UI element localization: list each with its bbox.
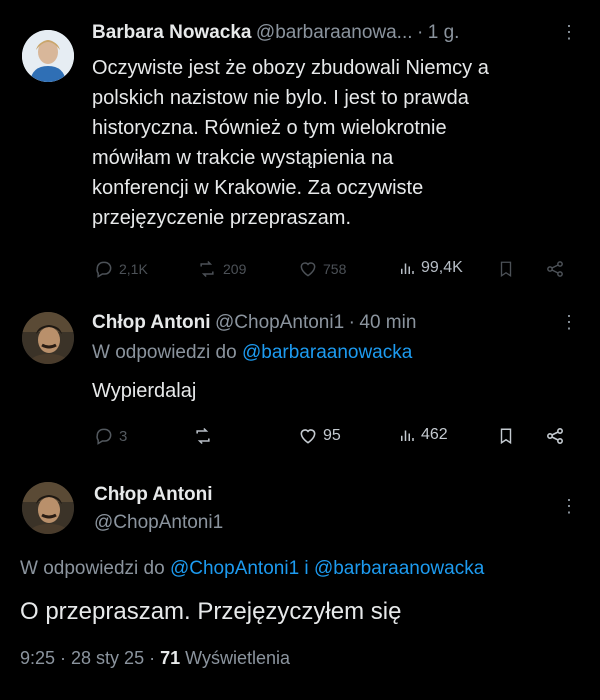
views-button[interactable]: 462: [398, 426, 448, 444]
repost-count: 209: [223, 261, 247, 277]
reply-icon: [96, 261, 112, 278]
post-time[interactable]: 40 min: [359, 312, 416, 333]
repost-icon: [196, 427, 210, 445]
reply-button[interactable]: 3: [94, 426, 127, 446]
author-name[interactable]: Barbara Nowacka: [92, 22, 251, 43]
like-count: 758: [323, 261, 347, 277]
like-count: 95: [323, 427, 341, 444]
reply-count: 3: [119, 427, 128, 445]
avatar[interactable]: [22, 312, 74, 364]
heart-icon: [300, 262, 316, 277]
share-icon: [547, 261, 563, 277]
avatar[interactable]: [22, 30, 74, 82]
reply-to-label: W odpowiedzi do: [20, 558, 165, 579]
repost-button[interactable]: 209: [196, 259, 246, 279]
more-options-icon[interactable]: ⋮: [560, 22, 578, 43]
views-chart-icon: [401, 430, 414, 441]
tweet-line: historyczna. Również o tym wielokrotnie: [92, 117, 447, 139]
tweet-line: mówiłam w trakcie wystąpienia na: [92, 147, 394, 169]
tweet-focused-antoni[interactable]: Chłop Antoni @ChopAntoni1 ⋮ W odpowiedzi…: [0, 470, 600, 700]
like-button[interactable]: 758: [298, 259, 346, 279]
bookmark-icon: [500, 261, 512, 278]
tweet-text: O przepraszam. Przejęzyczyłem się: [20, 598, 402, 625]
avatar-photo-icon: [22, 30, 74, 82]
tweet-line: przejęzyczenie przepraszam.: [92, 207, 351, 229]
views-button[interactable]: 99,4K: [398, 259, 463, 277]
action-bar: 2,1K 209 758 99,4K: [0, 255, 600, 285]
avatar-photo-icon: [22, 482, 74, 534]
author-name[interactable]: Chłop Antoni: [92, 312, 211, 333]
reply-to-mention[interactable]: @barbaraanowacka: [314, 558, 484, 579]
views-count: 99,4K: [421, 259, 463, 276]
reply-to-mention[interactable]: @barbaraanowacka: [242, 342, 412, 363]
views-count: 71: [160, 648, 181, 668]
more-options-icon[interactable]: ⋮: [560, 312, 578, 333]
separator: ·: [348, 312, 355, 333]
heart-icon: [300, 429, 316, 444]
tweet-line: polskich nazistow nie bylo. I jest to pr…: [92, 87, 469, 109]
post-timestamp[interactable]: 9:25 · 28 sty 25 ·: [20, 648, 155, 668]
tweet-text: Wypierdalaj: [92, 380, 197, 402]
tweet-text: Oczywiste jest że obozy zbudowali Niemcy…: [92, 53, 489, 233]
action-bar: 3 95 462: [0, 422, 600, 452]
views-count: 462: [421, 426, 448, 443]
author-handle[interactable]: @ChopAntoni1: [94, 512, 223, 534]
author-handle[interactable]: @ChopAntoni1: [215, 312, 344, 333]
separator: ·: [416, 22, 424, 43]
post-time[interactable]: 1 g.: [428, 22, 460, 43]
share-icon: [547, 428, 563, 444]
tweet-line: konferencji w Krakowie. Za oczywiste: [92, 177, 424, 199]
tweet-reply-antoni[interactable]: Chłop Antoni @ChopAntoni1 · 40 min ⋮ W o…: [0, 300, 600, 470]
share-button[interactable]: [545, 259, 565, 279]
repost-icon: [200, 260, 214, 278]
reply-button[interactable]: 2,1K: [94, 259, 148, 279]
author-name[interactable]: Chłop Antoni: [94, 484, 213, 506]
tweet-barbara[interactable]: Barbara Nowacka @barbaraanowa... · 1 g. …: [0, 0, 600, 300]
reply-icon: [96, 428, 112, 445]
avatar-photo-icon: [22, 312, 74, 364]
share-button[interactable]: [545, 426, 565, 446]
reply-to-and: i: [304, 558, 309, 579]
views-label: Wyświetlenia: [185, 648, 291, 668]
avatar[interactable]: [22, 482, 74, 534]
reply-to-mention[interactable]: @ChopAntoni1: [170, 558, 299, 579]
views-chart-icon: [401, 263, 414, 274]
author-handle[interactable]: @barbaraanowa...: [256, 22, 413, 43]
tweet-line: Oczywiste jest że obozy zbudowali Niemcy…: [92, 57, 489, 79]
more-options-icon[interactable]: ⋮: [560, 496, 578, 517]
reply-count: 2,1K: [119, 261, 148, 277]
like-button[interactable]: 95: [298, 426, 341, 446]
repost-button[interactable]: [192, 426, 214, 446]
bookmark-button[interactable]: [497, 426, 515, 446]
bookmark-button[interactable]: [497, 259, 515, 279]
reply-to-label: W odpowiedzi do: [92, 342, 237, 363]
bookmark-icon: [500, 428, 512, 445]
